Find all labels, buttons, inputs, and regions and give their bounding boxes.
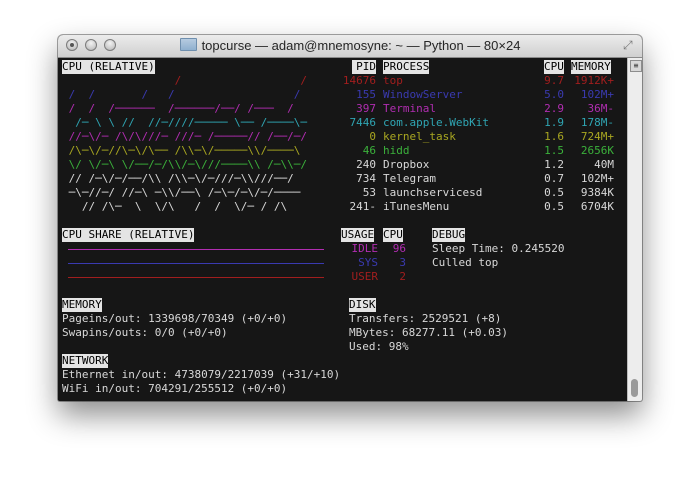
cpu-share-cpu-header: CPU (383, 228, 403, 242)
process-memory: 102M+ (580, 172, 614, 185)
cpu-graph-line: / / /────── /──────/──/ /─── / (62, 102, 294, 115)
process-name: top (383, 74, 403, 87)
title-bar[interactable]: topcurse — adam@mnemosyne: ~ — Python — … (58, 35, 642, 58)
cpu-graph-line: //─\/─ /\/\///─ ///─ /─────// /──/─/ (62, 130, 308, 143)
process-cpu: 0.5 (544, 186, 564, 199)
vertical-scrollbar[interactable]: ≡ (627, 58, 642, 401)
process-cpu: 0.5 (544, 200, 564, 213)
process-memory: 6704K (580, 200, 614, 213)
process-pid: 397 (356, 102, 376, 115)
cpu-graph-line: // /\─ \ \/\ / / \/─ / /\ (62, 200, 288, 213)
cpu-share-bar (68, 277, 324, 278)
pid-header: PID (352, 60, 376, 74)
cpu-graph-line: / / / / / (62, 88, 301, 101)
network-line: Ethernet in/out: 4738079/2217039 (+31/+1… (62, 368, 341, 381)
process-cpu: 1.2 (544, 158, 564, 171)
process-name: Dropbox (383, 158, 430, 171)
process-pid: 155 (356, 88, 376, 101)
process-pid: 734 (356, 172, 376, 185)
cpu-share-label: SYS (358, 256, 378, 269)
cpu-share-label: USER (351, 270, 379, 283)
process-cpu: 2.9 (544, 102, 564, 115)
window-title: topcurse — adam@mnemosyne: ~ — Python — … (201, 38, 521, 53)
debug-line: Culled top (432, 256, 499, 269)
cpu-graph-line: ─\─//─/ //─\ ─\\/──\ /─\─/─\/─/──── (62, 186, 301, 199)
process-memory: 36M- (587, 102, 615, 115)
usage-header: USAGE (341, 228, 375, 242)
cpu-graph-line: / / (62, 74, 308, 87)
cpu-graph-line: /\─\/─//\─\/\── /\\─\/─────\\/────\ (62, 144, 301, 157)
cpu-share-value: 2 (399, 270, 406, 283)
process-memory: 2656K (580, 144, 614, 157)
memory-header: MEMORY (571, 60, 611, 74)
cpu-graph-line: // /─\/─/──/\\ /\\─\/─///─\\///──/ (62, 172, 294, 185)
process-name: Telegram (383, 172, 436, 185)
window-title-area: topcurse — adam@mnemosyne: ~ — Python — … (58, 38, 642, 53)
cpu-panel-header: CPU (RELATIVE) (62, 60, 155, 74)
process-name: launchservicesd (383, 186, 483, 199)
scroll-menu-icon[interactable]: ≡ (630, 60, 642, 72)
process-name: iTunesMenu (383, 200, 450, 213)
process-pid: 241- (349, 200, 377, 213)
process-cpu: 1.9 (544, 116, 564, 129)
fullscreen-icon[interactable]: ⤢ (623, 39, 636, 52)
cpu-graph-line: \/ \/─\ \/──/─/\\/─\///────\\ /─\\─/ (62, 158, 308, 171)
process-name: kernel_task (383, 130, 456, 143)
memory-line: Swapins/outs: 0/0 (+0/+0) (62, 326, 228, 339)
process-pid: 0 (369, 130, 376, 143)
disk-line: Transfers: 2529521 (+8) (349, 312, 502, 325)
process-pid: 14676 (342, 74, 376, 87)
process-memory: 102M+ (580, 88, 614, 101)
cpu-graph-line: /─ \ \ // //─////───── \── /────\─ (62, 116, 308, 129)
process-memory: 1912K+ (574, 74, 614, 87)
disk-line: Used: 98% (349, 340, 409, 353)
process-cpu: 1.6 (544, 130, 564, 143)
debug-header: DEBUG (432, 228, 466, 242)
memory-line: Pageins/out: 1339698/70349 (+0/+0) (62, 312, 288, 325)
cpu-share-bar (68, 249, 324, 250)
disk-line: MBytes: 68277.11 (+0.03) (349, 326, 508, 339)
scroll-thumb[interactable] (631, 379, 638, 397)
process-memory: 724M+ (580, 130, 614, 143)
process-cpu: 9.7 (544, 74, 564, 87)
process-name: WindowServer (383, 88, 463, 101)
process-name: com.apple.WebKit (383, 116, 489, 129)
debug-line: Sleep Time: 0.245520 (432, 242, 565, 255)
process-cpu: 5.0 (544, 88, 564, 101)
network-line: WiFi in/out: 704291/255512 (+0/+0) (62, 382, 288, 395)
process-memory: 9384K (580, 186, 614, 199)
terminal-content[interactable]: CPU (RELATIVE) / / / / / / / / / /──────… (58, 58, 628, 401)
process-cpu: 1.5 (544, 144, 564, 157)
cpu-share-label: IDLE (351, 242, 379, 255)
process-pid: 240 (356, 158, 376, 171)
memory-section-header: MEMORY (62, 298, 102, 312)
process-pid: 7446 (349, 116, 377, 129)
cpu-share-value: 3 (399, 256, 406, 269)
process-pid: 46 (362, 144, 376, 157)
disk-section-header: DISK (349, 298, 376, 312)
process-cpu: 0.7 (544, 172, 564, 185)
cpu-share-bar (68, 263, 324, 264)
process-memory: 178M- (580, 116, 614, 129)
terminal-window: topcurse — adam@mnemosyne: ~ — Python — … (58, 35, 642, 401)
process-name: Terminal (383, 102, 436, 115)
process-pid: 53 (362, 186, 376, 199)
cpu-share-value: 96 (392, 242, 406, 255)
process-header: PROCESS (383, 60, 430, 74)
process-name: hidd (383, 144, 410, 157)
folder-icon (179, 38, 197, 51)
cpu-header: CPU (544, 60, 564, 74)
process-memory: 40M (594, 158, 614, 171)
network-section-header: NETWORK (62, 354, 109, 368)
cpu-share-header: CPU SHARE (RELATIVE) (62, 228, 195, 242)
